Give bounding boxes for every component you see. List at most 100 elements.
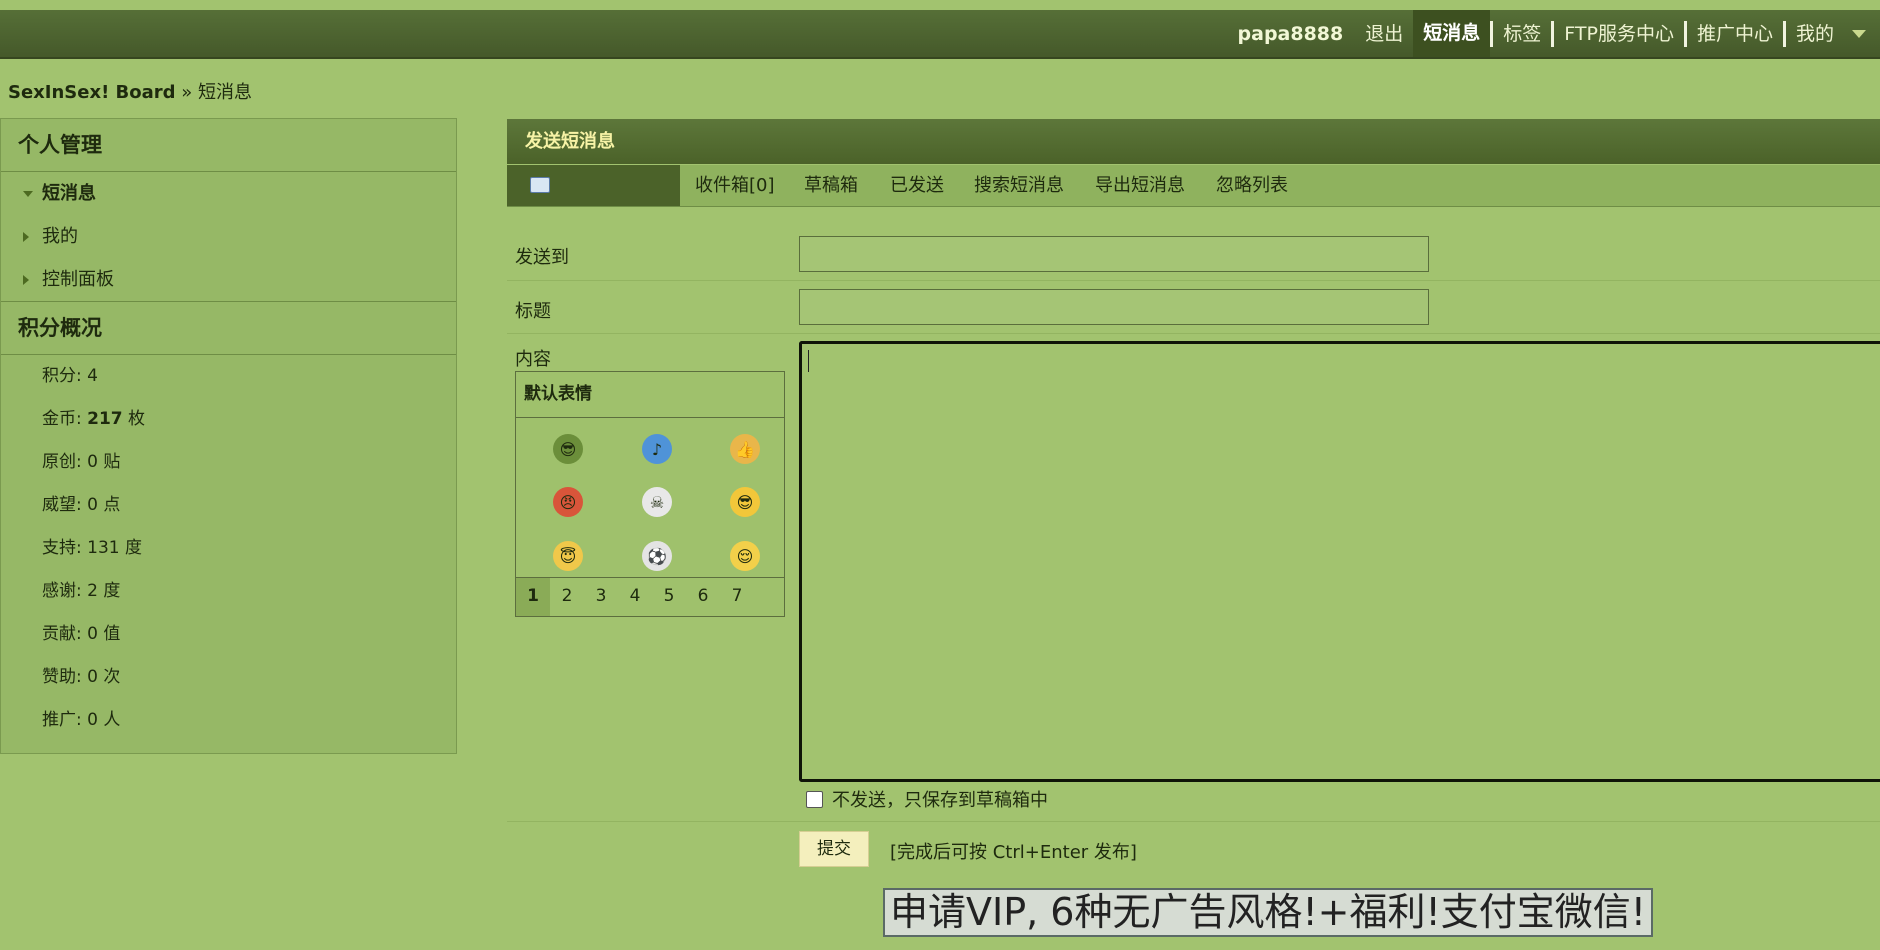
credit-item: 赞助: 0 次 — [1, 656, 456, 699]
triangle-down-icon — [23, 191, 33, 197]
nav-ftp-center[interactable]: FTP服务中心 — [1554, 19, 1684, 49]
pager-page[interactable]: 7 — [720, 578, 754, 616]
triangle-right-icon — [23, 275, 29, 285]
angel-smiley-icon[interactable]: 😇 — [553, 541, 583, 571]
credit-value: 0 — [87, 624, 98, 644]
credit-item: 推广: 0 人 — [1, 699, 456, 742]
pager-page[interactable]: 4 — [618, 578, 652, 616]
pager-page[interactable]: 3 — [584, 578, 618, 616]
breadcrumb-board-link[interactable]: SexInSex! Board — [8, 82, 176, 103]
tab-ignore-list[interactable]: 忽略列表 — [1216, 165, 1288, 206]
cool-smiley-icon[interactable]: 😎 — [730, 487, 760, 517]
credit-unit: 次 — [97, 667, 121, 687]
credit-value: 0 — [87, 710, 98, 730]
breadcrumb: SexInSex! Board » 短消息 — [8, 78, 252, 104]
credit-item: 感谢: 2 度 — [1, 570, 456, 613]
nav-promo-center[interactable]: 推广中心 — [1687, 19, 1783, 49]
music-note-icon[interactable]: ♪ — [642, 434, 672, 464]
smilies-title: 默认表情 — [516, 372, 784, 418]
skull-icon[interactable]: ☠ — [642, 487, 672, 517]
credit-label: 支持: — [42, 538, 88, 558]
credit-unit: 度 — [97, 581, 121, 601]
soldier-smiley-icon[interactable]: 😎 — [553, 434, 583, 464]
credit-label: 贡献: — [42, 624, 88, 644]
pager-page[interactable]: 2 — [550, 578, 584, 616]
credit-value: 0 — [87, 452, 98, 472]
pager-page[interactable]: 5 — [652, 578, 686, 616]
recipient-input[interactable] — [799, 236, 1429, 272]
sidebar-item-control-panel[interactable]: 控制面板 — [1, 258, 456, 301]
credit-value: 4 — [87, 366, 98, 386]
envelope-icon — [530, 177, 550, 193]
credit-value: 0 — [87, 667, 98, 687]
credit-unit: 贴 — [97, 452, 121, 472]
credit-label: 金币: — [42, 409, 88, 429]
credit-label: 推广: — [42, 710, 88, 730]
sidebar-item-label: 我的 — [42, 226, 78, 247]
credit-label: 赞助: — [42, 667, 88, 687]
credit-item: 贡献: 0 值 — [1, 613, 456, 656]
subject-input[interactable] — [799, 289, 1429, 325]
sleepy-smiley-icon[interactable]: 😌 — [730, 541, 760, 571]
message-tabs: 收件箱[0] 草稿箱 已发送 搜索短消息 导出短消息 忽略列表 — [507, 165, 1880, 207]
credit-unit: 点 — [97, 495, 121, 515]
content-label: 内容 — [515, 349, 551, 370]
credits-list: 积分: 4 金币: 217 枚 原创: 0 贴 威望: 0 点 支持: 131 … — [1, 355, 456, 742]
breadcrumb-separator: » — [175, 82, 199, 103]
credit-unit: 值 — [97, 624, 121, 644]
save-draft-checkbox[interactable] — [806, 790, 823, 808]
sidebar-section-title: 积分概况 — [1, 302, 456, 355]
smilies-pager: 1 2 3 4 5 6 7 — [516, 577, 784, 616]
breadcrumb-current: 短消息 — [198, 82, 253, 103]
nav-logout[interactable]: 退出 — [1355, 19, 1413, 49]
sidebar-item-messages[interactable]: 短消息 — [1, 172, 456, 215]
top-nav: papa8888 退出 短消息 标签 FTP服务中心 推广中心 我的 — [1226, 10, 1880, 57]
credit-unit: 枚 — [122, 409, 146, 429]
credit-label: 感谢: — [42, 581, 88, 601]
angry-smiley-icon[interactable]: 😠 — [553, 487, 583, 517]
subject-label: 标题 — [515, 301, 551, 322]
username-link[interactable]: papa8888 — [1226, 23, 1356, 45]
credit-item: 积分: 4 — [1, 355, 456, 398]
chevron-down-icon[interactable] — [1852, 29, 1866, 38]
nav-mine[interactable]: 我的 — [1786, 19, 1844, 49]
tab-inbox[interactable]: 收件箱[0] — [695, 165, 775, 206]
credit-value: 0 — [87, 495, 98, 515]
tab-compose[interactable] — [507, 165, 680, 206]
smilies-panel: 默认表情 😎 ♪ 👍 😠 ☠ 😎 😇 ⚽ 😌 1 2 3 4 5 6 7 — [515, 371, 785, 617]
sidebar-item-mine[interactable]: 我的 — [1, 215, 456, 258]
sidebar-item-label: 短消息 — [42, 183, 96, 204]
vip-banner[interactable]: 申请VIP, 6种无广告风格!+福利!支付宝微信! — [883, 888, 1653, 937]
nav-tags[interactable]: 标签 — [1493, 19, 1551, 49]
text-cursor — [808, 350, 809, 372]
submit-hint: [完成后可按 Ctrl+Enter 发布] — [890, 842, 1137, 863]
nav-messages[interactable]: 短消息 — [1413, 10, 1491, 57]
submit-button[interactable]: 提交 — [799, 831, 869, 867]
credit-unit: 度 — [119, 538, 142, 558]
tab-export[interactable]: 导出短消息 — [1095, 165, 1185, 206]
credit-item: 威望: 0 点 — [1, 484, 456, 527]
tab-search[interactable]: 搜索短消息 — [974, 165, 1064, 206]
save-draft-label: 不发送，只保存到草稿箱中 — [832, 790, 1048, 811]
pager-page[interactable]: 6 — [686, 578, 720, 616]
pager-page[interactable]: 1 — [516, 578, 550, 616]
tab-sent[interactable]: 已发送 — [890, 165, 944, 206]
panel-title: 发送短消息 — [507, 119, 1880, 164]
credit-item: 金币: 217 枚 — [1, 398, 456, 441]
save-draft-option: 不发送，只保存到草稿箱中 — [806, 786, 1048, 812]
to-label: 发送到 — [515, 247, 569, 268]
credit-item: 支持: 131 度 — [1, 527, 456, 570]
credit-value: 2 — [87, 581, 98, 601]
credit-item: 原创: 0 贴 — [1, 441, 456, 484]
credit-value: 217 — [87, 409, 123, 429]
thumbs-up-icon[interactable]: 👍 — [730, 434, 760, 464]
tab-drafts[interactable]: 草稿箱 — [804, 165, 858, 206]
credit-label: 原创: — [42, 452, 88, 472]
top-navbar: papa8888 退出 短消息 标签 FTP服务中心 推广中心 我的 — [0, 10, 1880, 59]
soccer-ball-icon[interactable]: ⚽ — [642, 541, 672, 571]
credit-label: 积分: — [42, 366, 88, 386]
message-body-textarea[interactable] — [799, 341, 1880, 782]
smilies-grid: 😎 ♪ 👍 😠 ☠ 😎 😇 ⚽ 😌 — [516, 417, 784, 577]
credit-label: 威望: — [42, 495, 88, 515]
credit-unit: 人 — [97, 710, 121, 730]
